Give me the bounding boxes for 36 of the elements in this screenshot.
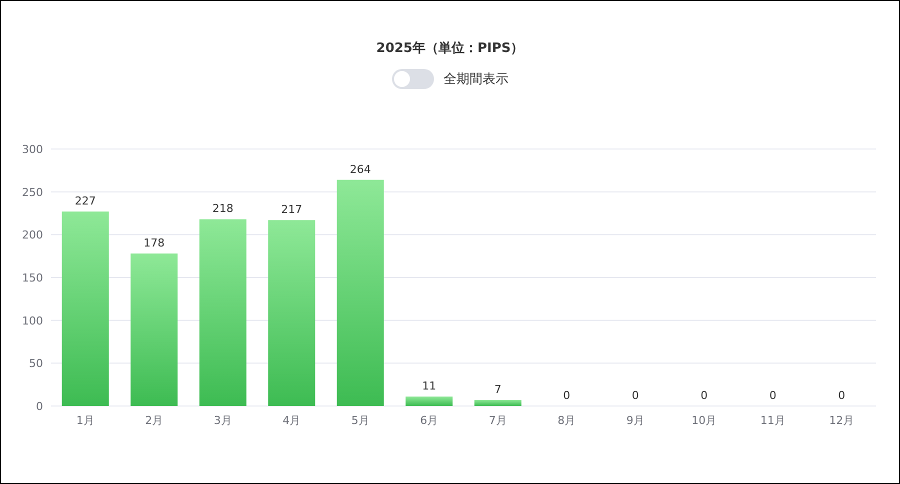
bar-value-label: 11: [422, 380, 436, 393]
x-axis-label: 7月: [488, 414, 507, 427]
bar-value-label: 0: [700, 389, 708, 402]
bar-value-label: 0: [769, 389, 776, 402]
y-axis-label: 50: [29, 357, 43, 370]
x-axis-label: 10月: [692, 414, 717, 427]
bar-value-label: 227: [74, 194, 96, 208]
y-axis-label: 150: [22, 272, 43, 284]
x-axis-label: 4月: [282, 414, 301, 427]
bar-value-label: 0: [563, 389, 570, 402]
y-axis-label: 200: [22, 228, 43, 242]
bar-value-label: 178: [144, 236, 165, 250]
bar-value-label: 7: [494, 383, 502, 396]
bar-value-label: 218: [212, 202, 234, 216]
y-axis-label: 100: [22, 314, 43, 328]
bar-value-label: 264: [350, 162, 371, 176]
x-axis-label: 11月: [760, 414, 786, 427]
bar: [474, 400, 522, 406]
y-axis-label: 250: [22, 186, 43, 199]
x-axis-label: 3月: [214, 414, 232, 427]
bar-value-label: 217: [281, 203, 302, 216]
y-axis-label: 0: [36, 400, 43, 413]
x-axis-label: 8月: [558, 414, 576, 427]
x-axis-label: 1月: [76, 414, 94, 427]
chart-title: 2025年（単位：PIPS）: [376, 40, 524, 58]
bar-value-label: 0: [838, 389, 846, 402]
x-axis-label: 6月: [420, 414, 438, 427]
x-axis-label: 9月: [626, 414, 644, 427]
toggle-switch[interactable]: [392, 69, 434, 89]
x-axis-label: 5月: [351, 414, 370, 427]
bar-value-label: 0: [632, 389, 639, 402]
x-axis-label: 2月: [145, 414, 164, 427]
x-axis-label: 12月: [829, 414, 854, 427]
toggle-label: 全期間表示: [444, 71, 508, 88]
y-axis-label: 300: [22, 143, 43, 156]
bar: [406, 396, 453, 406]
